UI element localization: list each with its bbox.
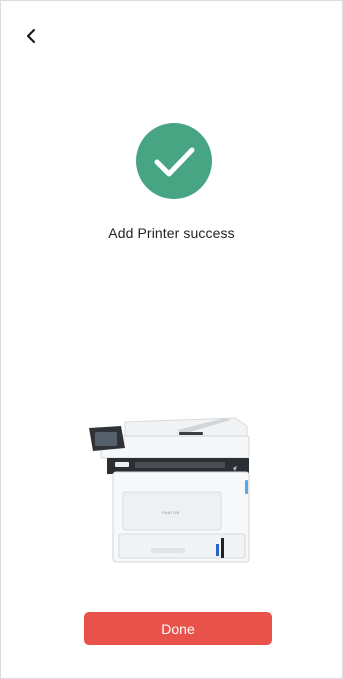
done-button[interactable]: Done <box>84 612 272 645</box>
chevron-left-icon <box>27 29 35 43</box>
success-message: Add Printer success <box>108 225 235 241</box>
add-printer-success-screen: Add Printer success PANTUM Done <box>0 0 343 679</box>
check-circle-icon <box>136 123 212 199</box>
printer-image: PANTUM <box>89 417 250 563</box>
printer-brand-text: PANTUM <box>162 511 180 515</box>
back-button[interactable] <box>21 25 43 47</box>
